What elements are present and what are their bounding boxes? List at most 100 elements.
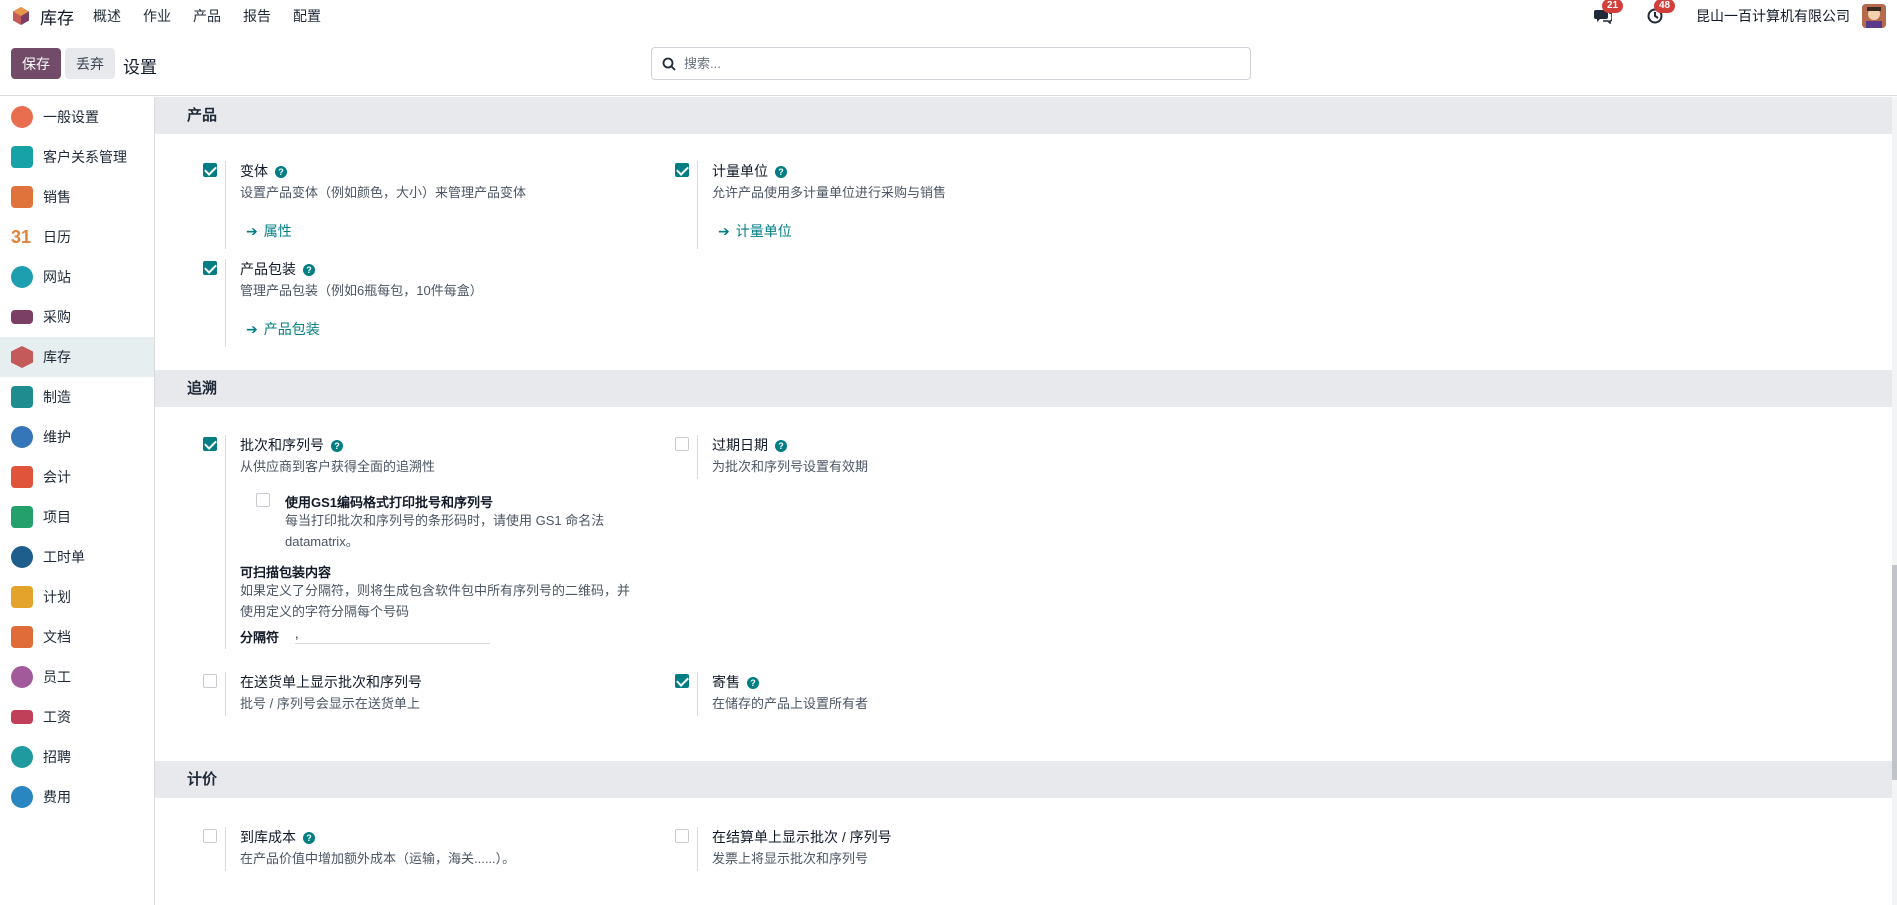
- setting-lots: 批次和序列号? 从供应商到客户获得全面的追溯性 使用GS1编码格式打印批号和序列…: [203, 435, 663, 649]
- help-icon[interactable]: ?: [303, 832, 315, 844]
- general-settings-icon: [11, 106, 33, 128]
- uom-desc: 允许产品使用多计量单位进行采购与销售: [712, 185, 947, 200]
- attributes-link[interactable]: ➔ 属性: [246, 221, 292, 241]
- user-avatar[interactable]: [1862, 4, 1886, 28]
- messages-button[interactable]: 21: [1592, 0, 1624, 27]
- sidebar-item-calendar[interactable]: 31 日历: [0, 217, 154, 257]
- landed-cost-label: 到库成本?: [240, 827, 315, 847]
- variants-checkbox[interactable]: [203, 163, 217, 177]
- uom-checkbox[interactable]: [675, 163, 689, 177]
- discard-button[interactable]: 丢弃: [65, 48, 115, 79]
- settings-content: 产品 变体? 设置产品变体（例如颜色，大小）来管理产品变体 ➔ 属性 计量单位? …: [155, 97, 1892, 905]
- packaging-checkbox[interactable]: [203, 261, 217, 275]
- scannable-desc: 如果定义了分隔符，则将生成包含软件包中所有序列号的二维码，并使用定义的字符分隔每…: [240, 583, 631, 619]
- help-icon[interactable]: ?: [275, 166, 287, 178]
- scrollbar-thumb[interactable]: [1892, 565, 1897, 780]
- separator-label: 分隔符: [240, 630, 280, 645]
- expenses-icon: [11, 786, 33, 808]
- delivery-lots-checkbox[interactable]: [203, 674, 217, 688]
- menu-reporting[interactable]: 报告: [232, 6, 282, 26]
- activities-button[interactable]: 48: [1644, 0, 1676, 27]
- setting-divider: [697, 161, 698, 249]
- delivery-lots-desc: 批号 / 序列号会显示在送货单上: [240, 696, 420, 711]
- maintenance-icon: [11, 426, 33, 448]
- menu-overview[interactable]: 概述: [82, 6, 132, 26]
- page-title: 设置: [123, 58, 157, 77]
- menu-products[interactable]: 产品: [182, 6, 232, 26]
- sidebar-item-crm[interactable]: 客户关系管理: [0, 137, 154, 177]
- sidebar-item-label: 维护: [43, 429, 71, 445]
- sidebar-item-sales[interactable]: 销售: [0, 177, 154, 217]
- main-menu: 概述 作业 产品 报告 配置: [82, 6, 332, 26]
- arrow-right-icon: ➔: [246, 321, 258, 337]
- separator-input[interactable]: [295, 624, 490, 644]
- help-icon[interactable]: ?: [331, 440, 343, 452]
- sidebar-item-website[interactable]: 网站: [0, 257, 154, 297]
- lots-label: 批次和序列号?: [240, 435, 343, 455]
- manufacturing-icon: [11, 386, 33, 408]
- sidebar-item-expenses[interactable]: 费用: [0, 777, 154, 817]
- packaging-link[interactable]: ➔ 产品包装: [246, 319, 320, 339]
- search-box[interactable]: [651, 47, 1251, 80]
- sidebar-item-manufacturing[interactable]: 制造: [0, 377, 154, 417]
- sidebar-item-label: 招聘: [43, 749, 71, 765]
- documents-icon: [11, 626, 33, 648]
- packaging-label: 产品包装?: [240, 259, 315, 279]
- sidebar-item-general-settings[interactable]: 一般设置: [0, 97, 154, 137]
- variants-desc: 设置产品变体（例如颜色，大小）来管理产品变体: [240, 185, 527, 200]
- save-button[interactable]: 保存: [11, 48, 61, 79]
- setting-consignment: 寄售? 在储存的产品上设置所有者: [675, 672, 1135, 716]
- sidebar-item-label: 工时单: [43, 549, 85, 565]
- search-input[interactable]: [684, 56, 1224, 71]
- help-icon[interactable]: ?: [775, 440, 787, 452]
- sidebar-item-documents[interactable]: 文档: [0, 617, 154, 657]
- sidebar-item-label: 客户关系管理: [43, 149, 127, 165]
- payroll-icon: [11, 710, 33, 724]
- setting-delivery-lots: 在送货单上显示批次和序列号 批号 / 序列号会显示在送货单上: [203, 672, 663, 716]
- setting-divider: [225, 259, 226, 347]
- expiry-desc: 为批次和序列号设置有效期: [712, 459, 869, 474]
- menu-configuration[interactable]: 配置: [282, 6, 332, 26]
- setting-invoice-lots: 在结算单上显示批次 / 序列号 发票上将显示批次和序列号: [675, 827, 1135, 871]
- uom-link[interactable]: ➔ 计量单位: [718, 221, 792, 241]
- invoice-lots-desc: 发票上将显示批次和序列号: [712, 851, 869, 866]
- help-icon[interactable]: ?: [775, 166, 787, 178]
- sidebar-item-inventory[interactable]: 库存: [0, 337, 154, 377]
- help-icon[interactable]: ?: [747, 677, 759, 689]
- consignment-checkbox[interactable]: [675, 674, 689, 688]
- sidebar-item-label: 采购: [43, 309, 71, 325]
- sidebar-item-employees[interactable]: 员工: [0, 657, 154, 697]
- sidebar-item-recruitment[interactable]: 招聘: [0, 737, 154, 777]
- gs1-checkbox[interactable]: [256, 493, 270, 507]
- inventory-app-icon[interactable]: [11, 6, 31, 26]
- setting-divider: [697, 827, 698, 871]
- expiry-checkbox[interactable]: [675, 437, 689, 451]
- sidebar-item-timesheet[interactable]: 工时单: [0, 537, 154, 577]
- recruitment-icon: [11, 746, 33, 768]
- landed-cost-checkbox[interactable]: [203, 829, 217, 843]
- consignment-label: 寄售?: [712, 672, 759, 692]
- help-icon[interactable]: ?: [303, 264, 315, 276]
- menu-operations[interactable]: 作业: [132, 6, 182, 26]
- sidebar-item-maintenance[interactable]: 维护: [0, 417, 154, 457]
- sidebar-item-label: 项目: [43, 509, 71, 525]
- project-icon: [11, 506, 33, 528]
- setting-divider: [697, 672, 698, 716]
- app-name[interactable]: 库存: [40, 4, 74, 29]
- sidebar-item-project[interactable]: 项目: [0, 497, 154, 537]
- company-switcher[interactable]: 昆山一百计算机有限公司: [1696, 6, 1850, 26]
- invoice-lots-checkbox[interactable]: [675, 829, 689, 843]
- sidebar-item-planning[interactable]: 计划: [0, 577, 154, 617]
- main-scrollbar[interactable]: [1892, 97, 1897, 905]
- sidebar-item-label: 网站: [43, 269, 71, 285]
- sidebar-item-payroll[interactable]: 工资: [0, 697, 154, 737]
- crm-icon: [11, 146, 33, 168]
- sidebar-item-purchase[interactable]: 采购: [0, 297, 154, 337]
- lots-checkbox[interactable]: [203, 437, 217, 451]
- setting-variants: 变体? 设置产品变体（例如颜色，大小）来管理产品变体 ➔ 属性: [203, 161, 663, 249]
- top-navbar: 库存 概述 作业 产品 报告 配置 21 48 昆山一百计算机有限公司: [0, 0, 1897, 32]
- sidebar-item-accounting[interactable]: 会计: [0, 457, 154, 497]
- section-title-valuation: 计价: [155, 761, 1892, 798]
- sidebar-item-label: 文档: [43, 629, 71, 645]
- uom-label: 计量单位?: [712, 161, 787, 181]
